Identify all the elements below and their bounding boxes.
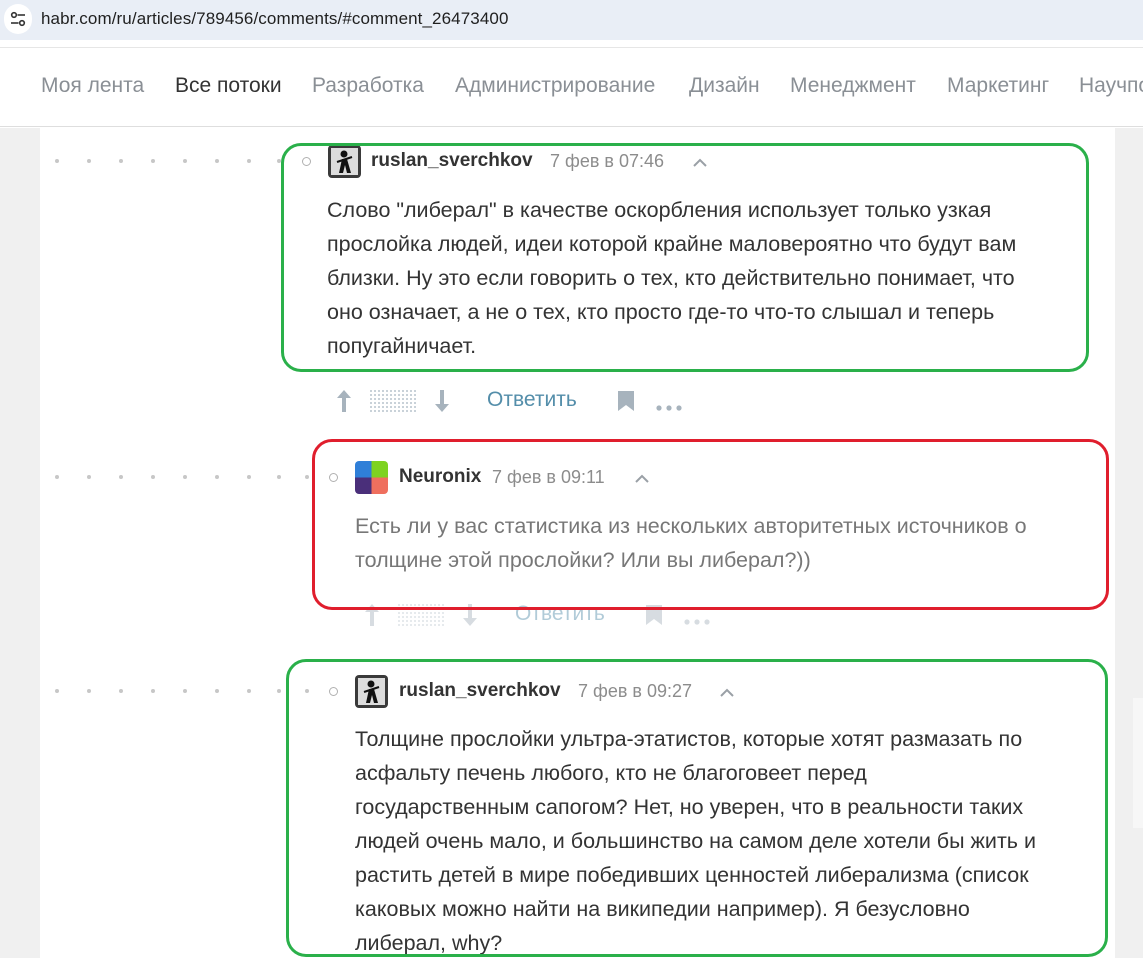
reply-button[interactable]: Ответить [487, 388, 577, 412]
comment-timestamp[interactable]: 7 фев в 09:11 [492, 467, 605, 488]
chevron-up-icon[interactable] [719, 686, 735, 698]
chevron-up-icon[interactable] [634, 472, 650, 484]
comment-line: людей очень мало, и большинство на самом… [355, 829, 1036, 853]
bookmark-icon[interactable] [644, 603, 664, 632]
bw-figure-avatar[interactable] [328, 145, 361, 178]
reply-button[interactable]: Ответить [515, 602, 605, 626]
comment-author[interactable]: ruslan_sverchkov [371, 150, 533, 172]
comment-line: Есть ли у вас статистика из нескольких а… [355, 514, 1027, 538]
tune-icon[interactable] [4, 4, 32, 34]
nav-item-development[interactable]: Разработка [312, 74, 424, 98]
comment-line: либерал, why? [355, 931, 503, 955]
upvote-arrow-icon[interactable] [334, 388, 354, 419]
comment-timestamp[interactable]: 7 фев в 07:46 [550, 151, 664, 172]
comment-line: асфальту печень любого, кто не благогове… [355, 761, 867, 785]
score-hidden-icon [370, 390, 416, 419]
comment-line: толщине этой прослойки? Или вы либерал?)… [355, 548, 811, 572]
bw-figure-avatar[interactable] [355, 675, 388, 708]
more-icon[interactable] [684, 612, 712, 630]
comment-line: растить детей в мире победивших ценносте… [355, 863, 1029, 887]
url-text[interactable]: habr.com/ru/articles/789456/comments/#co… [41, 9, 509, 29]
nav-item-science[interactable]: Научпо [1079, 74, 1143, 98]
comment-timestamp[interactable]: 7 фев в 09:27 [578, 681, 692, 702]
thread-branch-marker[interactable] [329, 473, 338, 482]
comment-line: государственным сапогом? Нет, но уверен,… [355, 795, 1024, 819]
downvote-arrow-icon[interactable] [460, 602, 480, 633]
upvote-arrow-icon[interactable] [362, 602, 382, 633]
comment-body: Есть ли у вас статистика из нескольких а… [355, 509, 1095, 577]
thread-indent-dots [55, 689, 315, 695]
chevron-up-icon[interactable] [692, 156, 708, 168]
comment-actions: Ответить [358, 600, 718, 630]
thread-branch-marker[interactable] [302, 157, 311, 166]
nav-item-my-feed[interactable]: Моя лента [41, 74, 144, 98]
thread-indent-dots [55, 159, 285, 165]
toolbar-separator [0, 40, 1143, 48]
nav-item-design[interactable]: Дизайн [689, 74, 760, 98]
comment-actions: Ответить [330, 386, 690, 416]
more-icon[interactable] [656, 398, 684, 416]
flows-nav: Моя лента Все потоки Разработка Админист… [0, 48, 1143, 127]
comment-line: прослойка людей, идеи которой крайне мал… [327, 232, 1017, 256]
comment-line: Слово "либерал" в качестве оскорбления и… [327, 198, 992, 222]
downvote-arrow-icon[interactable] [432, 388, 452, 419]
url-field[interactable]: habr.com/ru/articles/789456/comments/#co… [0, 0, 1143, 40]
color-tiles-avatar[interactable] [355, 461, 388, 494]
browser-address-bar: habr.com/ru/articles/789456/comments/#co… [0, 0, 1143, 40]
comment-body: Толщине прослойки ультра-этатистов, кото… [355, 722, 1100, 958]
comment-line: Толщине прослойки ультра-этатистов, кото… [355, 727, 1023, 751]
score-hidden-icon [398, 604, 444, 633]
comment-author[interactable]: Neuronix [399, 466, 481, 488]
nav-item-marketing[interactable]: Маркетинг [947, 74, 1049, 98]
bookmark-icon[interactable] [616, 389, 636, 418]
comment-line: оно означает, а не о тех, кто просто где… [327, 300, 995, 324]
comment-line: попугайничает. [327, 334, 477, 358]
thread-branch-marker[interactable] [329, 687, 338, 696]
comment-author[interactable]: ruslan_sverchkov [399, 680, 561, 702]
nav-item-management[interactable]: Менеджмент [790, 74, 916, 98]
thread-indent-dots [55, 475, 315, 481]
comment-line: близки. Ну это если говорить о тех, кто … [327, 266, 1015, 290]
scrollbar-track[interactable] [1133, 698, 1143, 828]
comment-line: каковых можно найти на википедии наприме… [355, 897, 970, 921]
comment-body: Слово "либерал" в качестве оскорбления и… [327, 193, 1087, 363]
nav-item-all-flows[interactable]: Все потоки [175, 74, 282, 98]
nav-item-administration[interactable]: Администрирование [455, 74, 655, 98]
